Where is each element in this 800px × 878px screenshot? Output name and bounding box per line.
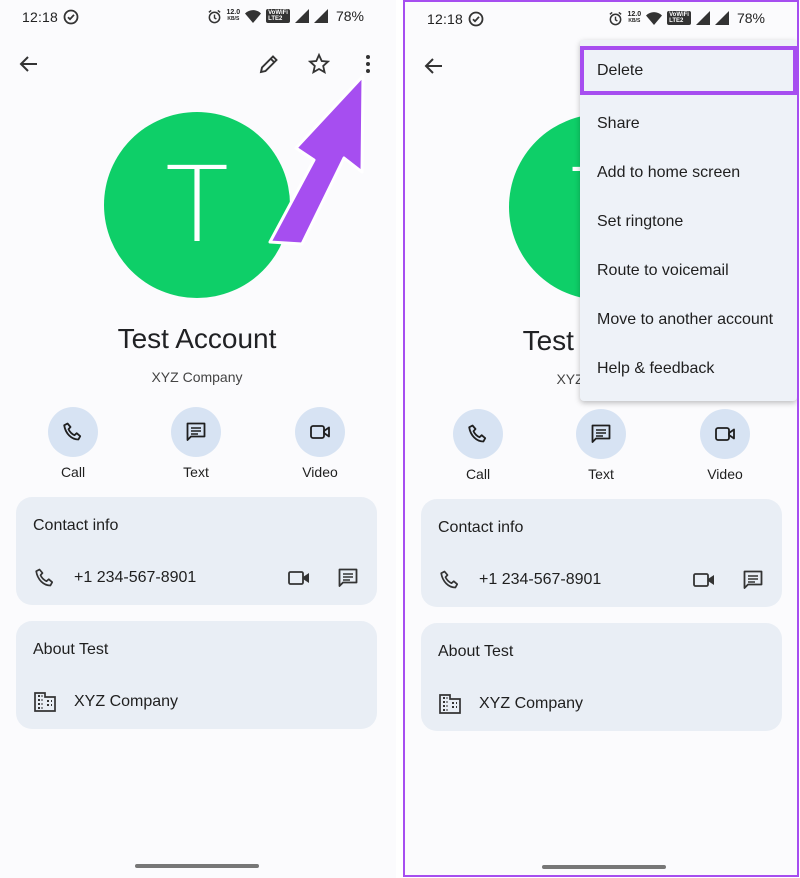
call-label: Call <box>465 466 491 482</box>
about-card: About Test XYZ Company <box>16 621 377 729</box>
building-icon <box>439 694 461 714</box>
wifi-icon <box>646 11 663 25</box>
annotation-arrow <box>268 74 365 246</box>
status-bar: 12:18 12.0 KB/S VoWiFi LTE2 78% <box>405 2 797 38</box>
video-action[interactable]: Video <box>685 409 765 482</box>
overflow-menu: Delete Share Add to home screen Set ring… <box>580 40 797 401</box>
video-label: Video <box>302 464 338 480</box>
contact-info-title: Contact info <box>438 519 524 536</box>
call-label: Call <box>60 464 86 480</box>
menu-item-help-feedback[interactable]: Help & feedback <box>580 344 797 393</box>
signal-icon-2 <box>313 9 328 23</box>
signal-icon-2 <box>714 11 729 25</box>
phone-icon <box>468 424 487 443</box>
video-camera-icon <box>310 425 330 439</box>
net-speed: 12.0 KB/S <box>226 9 241 22</box>
contact-info-card: Contact info +1 234-567-8901 <box>16 497 377 605</box>
text-action[interactable]: Text <box>561 409 641 482</box>
phone-icon <box>63 422 82 441</box>
volte-badge: VoWiFi LTE2 <box>667 11 691 25</box>
gesture-nav-bar[interactable] <box>542 865 666 869</box>
status-time: 12:18 <box>22 9 59 25</box>
volte-badge: VoWiFi LTE2 <box>266 9 290 23</box>
status-bar: 12:18 12.0 KB/S VoWiFi LTE2 78% <box>0 0 396 36</box>
message-icon[interactable] <box>741 568 765 592</box>
contact-company: XYZ Company <box>151 369 243 385</box>
menu-item-share[interactable]: Share <box>580 99 797 148</box>
back-arrow-icon[interactable] <box>17 52 41 76</box>
video-call-icon[interactable] <box>287 566 313 590</box>
call-action[interactable]: Call <box>438 409 518 482</box>
menu-item-route-to-voicemail[interactable]: Route to voicemail <box>580 246 797 295</box>
contact-name: Test Account <box>117 323 277 354</box>
text-action[interactable]: Text <box>156 407 236 480</box>
contact-info-card: Contact info +1 234-567-8901 <box>421 499 782 607</box>
gesture-nav-bar[interactable] <box>135 864 259 868</box>
video-call-icon[interactable] <box>692 568 718 592</box>
message-icon <box>591 424 611 443</box>
alarm-icon <box>207 9 221 23</box>
sync-check-icon <box>468 11 484 27</box>
back-arrow-icon[interactable] <box>422 54 446 78</box>
phone-number[interactable]: +1 234-567-8901 <box>479 571 601 589</box>
signal-icon <box>695 11 710 25</box>
menu-item-move-to-another-account[interactable]: Move to another account <box>580 295 797 344</box>
building-icon <box>34 692 56 712</box>
alarm-icon <box>608 11 622 25</box>
screenshot-divider <box>396 0 403 878</box>
star-icon[interactable] <box>307 52 331 76</box>
battery-level: 78% <box>736 10 765 26</box>
wifi-icon <box>245 9 262 23</box>
text-label: Text <box>588 466 614 482</box>
about-company: XYZ Company <box>479 695 584 712</box>
about-card: About Test XYZ Company <box>421 623 782 731</box>
status-time: 12:18 <box>427 11 464 27</box>
message-icon[interactable] <box>336 566 360 590</box>
about-title: About Test <box>33 641 109 658</box>
phone-icon <box>35 568 54 587</box>
contact-screen-left: 12:18 12.0 KB/S VoWiFi LTE2 78% T Test Acc… <box>0 0 396 878</box>
text-label: Text <box>183 464 209 480</box>
edit-pencil-icon[interactable] <box>257 52 281 76</box>
contact-screen-right: 12:18 12.0KB/S VoWiFiLTE2 78% T Test Acc… <box>403 0 799 877</box>
contact-info-title: Contact info <box>33 517 119 534</box>
menu-item-add-to-home-screen[interactable]: Add to home screen <box>580 148 797 197</box>
about-title: About Test <box>438 643 514 660</box>
video-label: Video <box>707 466 743 482</box>
signal-icon <box>294 9 309 23</box>
phone-icon <box>440 570 459 589</box>
menu-item-set-ringtone[interactable]: Set ringtone <box>580 197 797 246</box>
battery-level: 78% <box>335 8 364 24</box>
call-action[interactable]: Call <box>33 407 113 480</box>
about-company: XYZ Company <box>74 693 179 710</box>
message-icon <box>186 422 206 441</box>
video-camera-icon <box>715 427 735 441</box>
more-options-icon[interactable] <box>356 52 380 76</box>
video-action[interactable]: Video <box>280 407 360 480</box>
phone-number[interactable]: +1 234-567-8901 <box>74 569 196 587</box>
net-speed: 12.0 KB/S <box>627 11 642 24</box>
menu-item-delete[interactable]: Delete <box>580 46 797 95</box>
sync-check-icon <box>63 9 79 25</box>
